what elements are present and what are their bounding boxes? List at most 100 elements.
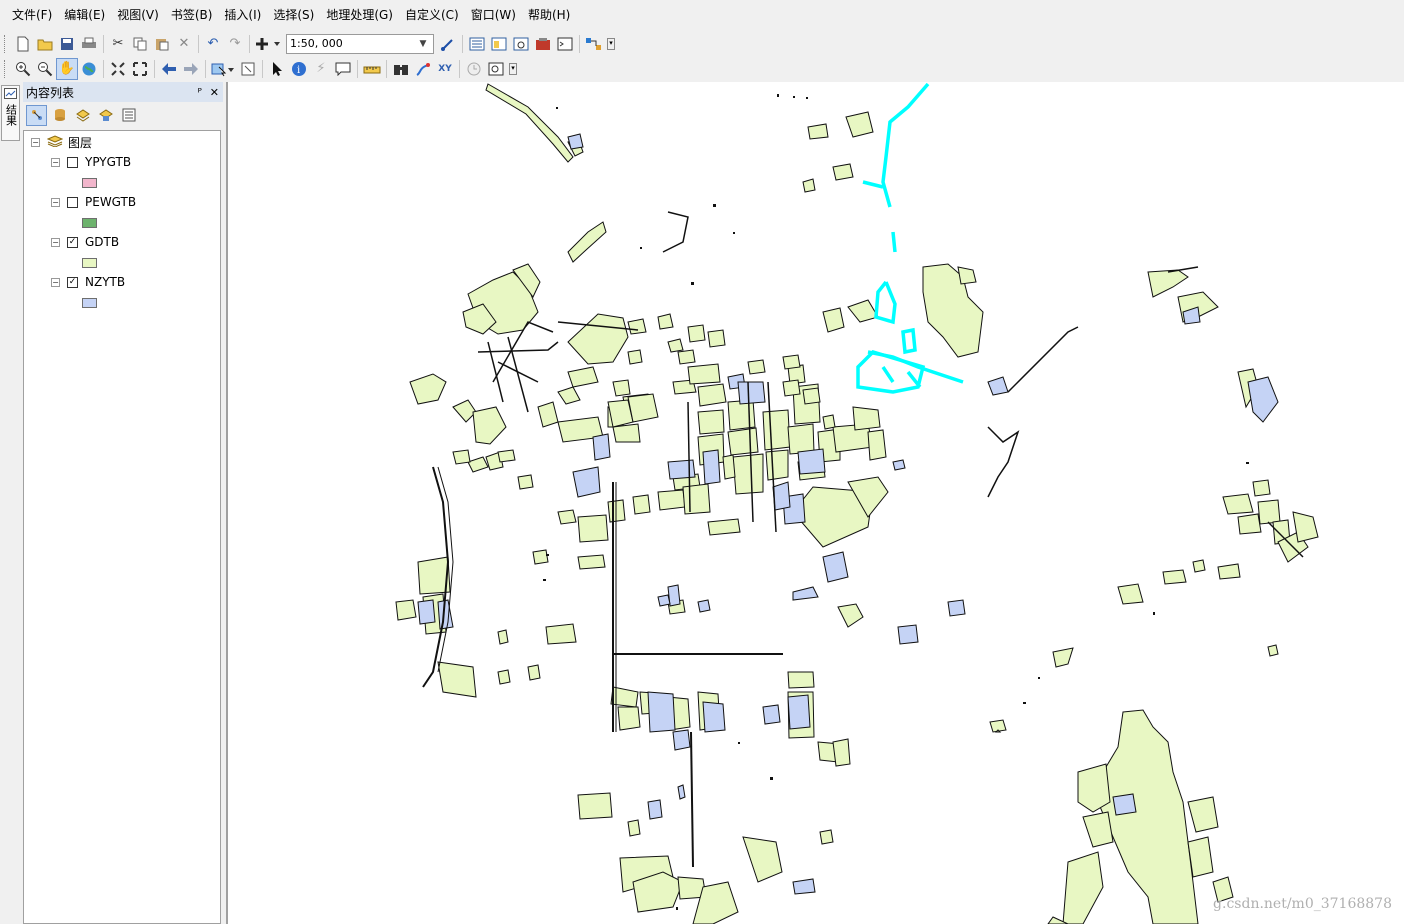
create-viewer-window-icon[interactable] — [485, 58, 507, 80]
menu-bookmarks[interactable]: 书签(B) — [165, 4, 219, 26]
toolbar-overflow-icon[interactable]: ▾ — [509, 62, 517, 75]
map-scale-input[interactable] — [287, 34, 415, 53]
toolbar-separator — [459, 59, 460, 78]
html-popup-icon[interactable] — [332, 58, 354, 80]
new-document-icon[interactable] — [12, 33, 34, 55]
menu-geoprocessing[interactable]: 地理处理(G) — [320, 4, 399, 26]
go-to-xy-icon[interactable]: XY — [434, 58, 456, 80]
time-slider-icon[interactable] — [463, 58, 485, 80]
collapse-icon[interactable]: − — [51, 237, 60, 247]
pan-hand-icon[interactable]: ✋ — [56, 57, 78, 80]
list-by-visibility-icon[interactable] — [72, 105, 93, 126]
paste-icon[interactable] — [151, 33, 173, 55]
map-display[interactable]: g.csdn.net/m0_37168878 — [226, 82, 1404, 924]
collapse-icon[interactable]: − — [51, 277, 60, 287]
hyperlink-icon[interactable]: ⚡ — [310, 58, 332, 80]
watermark-text: g.csdn.net/m0_37168878 — [1213, 896, 1392, 912]
list-by-drawing-order-icon[interactable] — [26, 104, 47, 126]
table-of-contents-icon[interactable] — [466, 33, 488, 55]
clear-selection-icon[interactable] — [237, 58, 259, 80]
layer-visibility-checkbox[interactable]: ✓ — [67, 236, 78, 248]
standard-toolbar: ✂ ✕ ↶ ↷ ▼ ▾ — [0, 30, 1404, 57]
layer-row-gdtb[interactable]: − ✓ GDTB — [51, 234, 119, 250]
layer-name: YPYGTB — [85, 155, 132, 169]
copy-icon[interactable] — [129, 33, 151, 55]
toolbar-grip[interactable] — [4, 34, 8, 53]
menu-help[interactable]: 帮助(H) — [522, 4, 576, 26]
layer-name: GDTB — [85, 235, 120, 249]
layer-name: NZYTB — [85, 275, 126, 289]
ypygtb-symbol-swatch[interactable] — [82, 178, 97, 188]
delete-icon[interactable]: ✕ — [173, 33, 195, 55]
list-by-selection-icon[interactable] — [95, 105, 116, 126]
print-icon[interactable] — [78, 33, 100, 55]
toc-view-buttons — [23, 102, 223, 128]
menu-view[interactable]: 视图(V) — [111, 4, 165, 26]
menu-customize[interactable]: 自定义(C) — [399, 4, 465, 26]
layer-visibility-checkbox[interactable] — [67, 156, 78, 168]
layers-root-row[interactable]: − 图层 — [31, 134, 92, 150]
toolbar-separator — [205, 59, 206, 78]
collapse-icon[interactable]: − — [51, 197, 60, 207]
arctoolbox-icon[interactable] — [532, 33, 554, 55]
select-features-icon[interactable] — [209, 58, 237, 80]
modelbuilder-icon[interactable] — [583, 33, 605, 55]
open-folder-icon[interactable] — [34, 33, 56, 55]
fixed-zoom-out-icon[interactable] — [129, 58, 151, 80]
layer-visibility-checkbox[interactable] — [67, 196, 78, 208]
toolbar-separator — [357, 59, 358, 78]
toolbar-grip[interactable] — [4, 59, 8, 78]
toolbar-separator — [103, 34, 104, 53]
pewgtb-symbol-swatch[interactable] — [82, 218, 97, 228]
map-canvas[interactable] — [228, 82, 1404, 924]
results-side-tab[interactable]: 结果 — [1, 85, 20, 141]
save-icon[interactable] — [56, 33, 78, 55]
layer-row-nzytb[interactable]: − ✓ NZYTB — [51, 274, 125, 290]
results-icon — [4, 88, 17, 102]
menu-windows[interactable]: 窗口(W) — [465, 4, 522, 26]
select-elements-arrow-icon[interactable] — [266, 58, 288, 80]
cut-icon[interactable]: ✂ — [107, 33, 129, 55]
menu-selection[interactable]: 选择(S) — [267, 4, 320, 26]
map-scale-combo[interactable]: ▼ — [286, 33, 434, 54]
toolbar-separator — [579, 34, 580, 53]
find-binoculars-icon[interactable] — [390, 58, 412, 80]
editor-toolbar-icon[interactable] — [437, 33, 459, 55]
gdtb-symbol-swatch[interactable] — [82, 258, 97, 268]
redo-icon[interactable]: ↷ — [224, 33, 246, 55]
menu-edit[interactable]: 编辑(E) — [58, 4, 111, 26]
python-window-icon[interactable] — [554, 33, 576, 55]
nzytb-symbol-swatch[interactable] — [82, 298, 97, 308]
collapse-icon[interactable]: − — [31, 137, 40, 147]
menu-insert[interactable]: 插入(I) — [218, 4, 267, 26]
menu-file[interactable]: 文件(F) — [6, 4, 58, 26]
identify-icon[interactable]: i — [288, 58, 310, 80]
collapse-icon[interactable]: − — [51, 157, 60, 167]
zoom-in-icon[interactable] — [12, 58, 34, 80]
back-arrow-icon[interactable] — [158, 58, 180, 80]
toolbar-separator — [154, 59, 155, 78]
close-icon[interactable]: ✕ — [210, 86, 219, 99]
catalog-window-icon[interactable] — [488, 33, 510, 55]
layer-row-ypygtb[interactable]: − YPYGTB — [51, 154, 131, 170]
undo-icon[interactable]: ↶ — [202, 33, 224, 55]
forward-arrow-icon[interactable] — [180, 58, 202, 80]
full-extent-globe-icon[interactable] — [78, 58, 100, 80]
pin-icon[interactable]: ᴾ — [198, 86, 202, 99]
layer-visibility-checkbox[interactable]: ✓ — [67, 276, 78, 288]
add-data-icon[interactable] — [253, 33, 283, 55]
zoom-out-icon[interactable] — [34, 58, 56, 80]
toolbar-overflow-icon[interactable]: ▾ — [607, 37, 615, 50]
toolbar-separator — [386, 59, 387, 78]
measure-ruler-icon[interactable] — [361, 58, 383, 80]
chevron-down-icon[interactable]: ▼ — [415, 39, 431, 49]
list-by-source-icon[interactable] — [49, 105, 70, 126]
toc-title: 内容列表 — [26, 85, 75, 100]
layers-root-label: 图层 — [68, 135, 93, 150]
fixed-zoom-in-icon[interactable] — [107, 58, 129, 80]
highlighted-features — [856, 82, 964, 394]
find-route-icon[interactable] — [412, 58, 434, 80]
options-icon[interactable] — [118, 105, 139, 126]
layer-row-pewgtb[interactable]: − PEWGTB — [51, 194, 136, 210]
search-window-icon[interactable] — [510, 33, 532, 55]
